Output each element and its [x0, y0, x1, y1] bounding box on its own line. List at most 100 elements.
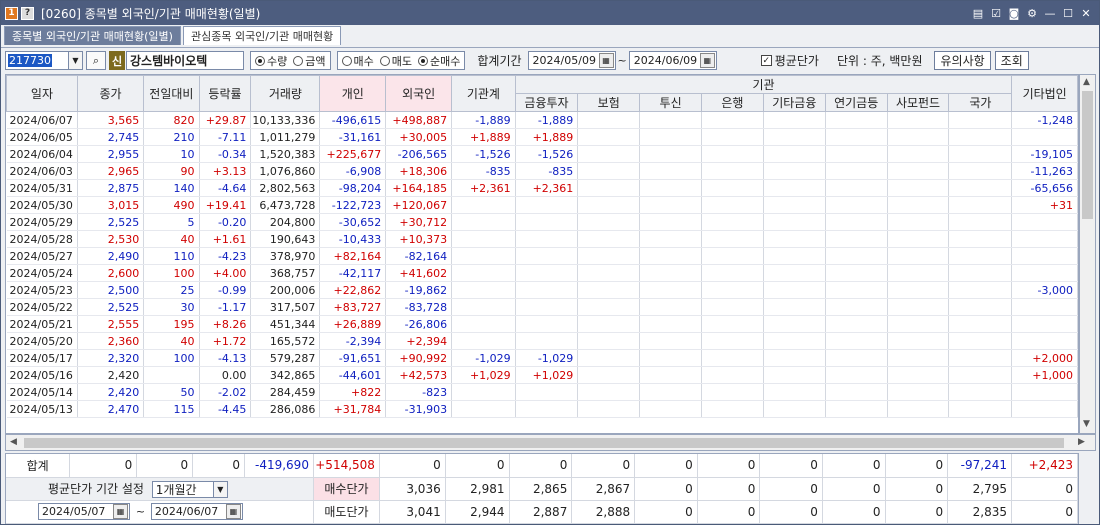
minimize-icon[interactable]: —: [1043, 6, 1057, 20]
col-inst-1[interactable]: 보험: [577, 93, 641, 112]
scroll-thumb[interactable]: [24, 438, 1064, 448]
col-inst-0[interactable]: 금융투자: [514, 93, 579, 112]
col-institution-total[interactable]: 기관계: [451, 75, 516, 112]
radio-net-buy[interactable]: 순매수: [418, 53, 460, 69]
table-row[interactable]: 2024/05/24 2,600 100 +4.00 368,757 -42,117 +41…: [6, 264, 1078, 282]
sell-price-cell: 3,041: [379, 500, 446, 524]
col-inst-5[interactable]: 연기금등: [824, 93, 888, 112]
col-other-corp[interactable]: 기타법인: [1011, 75, 1078, 112]
stock-code-input[interactable]: 217730: [5, 51, 69, 70]
table-row[interactable]: 2024/06/03 2,965 90 +3.13 1,076,860 -6,908 +18…: [6, 162, 1078, 180]
avg-period-select[interactable]: 1개월간 ▼: [151, 480, 228, 498]
table-row[interactable]: 2024/05/31 2,875 140 -4.64 2,802,563 -98,204 +…: [6, 179, 1078, 197]
table-row[interactable]: 2024/05/20 2,360 40 +1.72 165,572 -2,394 +2,39…: [6, 332, 1078, 350]
end-date-input[interactable]: 2024/06/09 ▦: [628, 51, 717, 70]
table-row[interactable]: 2024/05/23 2,500 25 -0.99 200,006 +22,862 -19,…: [6, 281, 1078, 299]
cell-empty: [825, 349, 888, 367]
cell-empty: [887, 264, 950, 282]
camera-icon[interactable]: ◙: [1007, 6, 1021, 20]
query-button[interactable]: 조회: [994, 51, 1029, 70]
chevron-down-icon[interactable]: ▼: [69, 51, 83, 70]
col-foreign[interactable]: 외국인: [385, 75, 453, 112]
cell-empty: [763, 179, 826, 197]
notice-button[interactable]: 유의사항: [934, 51, 991, 70]
avg-start-date[interactable]: 2024/05/07 ▦: [38, 503, 130, 520]
cell-date: 2024/05/13: [6, 400, 78, 418]
table-row[interactable]: 2024/05/13 2,470 115 -4.45 286,086 +31,784 -31…: [6, 400, 1078, 418]
col-individual[interactable]: 개인: [319, 75, 387, 112]
tab-stock-daily[interactable]: 종목별 외국인/기관 매매현황(일별): [4, 26, 181, 45]
sell-price-cell: 2,887: [509, 500, 573, 524]
col-rate[interactable]: 등락률: [198, 75, 252, 112]
scroll-right-icon[interactable]: ▶: [1078, 437, 1085, 447]
chevron-down-icon[interactable]: ▼: [212, 481, 227, 497]
buy-price-cell: 0: [885, 477, 949, 501]
cell-empty: [763, 366, 826, 384]
cell-fin: -835: [515, 162, 579, 180]
col-change[interactable]: 전일대비: [143, 75, 200, 112]
table-row[interactable]: 2024/06/04 2,955 10 -0.34 1,520,383 +225,677-…: [6, 145, 1078, 163]
col-close[interactable]: 종가: [76, 75, 145, 112]
radio-dot: [418, 55, 428, 66]
layout-icon[interactable]: ▤: [971, 6, 985, 20]
search-icon[interactable]: ⌕: [86, 51, 106, 70]
avg-price-checkbox[interactable]: ✓: [760, 55, 772, 66]
scroll-left-icon[interactable]: ◀: [10, 437, 17, 447]
col-inst-4[interactable]: 기타금융: [762, 93, 826, 112]
table-row[interactable]: 2024/05/16 2,420 0.00 342,865 -44,601 +42,573…: [6, 366, 1078, 384]
horizontal-scrollbar[interactable]: ◀ ▶: [5, 434, 1096, 451]
table-row[interactable]: 2024/06/07 3,565 820 +29.87 10,133,336 -496,6…: [6, 111, 1078, 129]
col-date[interactable]: 일자: [6, 75, 78, 112]
table-row[interactable]: 2024/05/17 2,320 100 -4.13 579,287 -91,651 +90…: [6, 349, 1078, 367]
table-row[interactable]: 2024/05/14 2,420 50 -2.02 284,459 +822 -823: [6, 383, 1078, 401]
table-row[interactable]: 2024/05/29 2,525 5 -0.20 204,800 -30,652 +30,7…: [6, 213, 1078, 231]
table-row[interactable]: 2024/05/28 2,530 40 +1.61 190,643 -10,433 +10,…: [6, 230, 1078, 248]
start-date-input[interactable]: 2024/05/09 ▦: [527, 51, 616, 70]
tab-watchlist[interactable]: 관심종목 외국인/기관 매매현황: [182, 26, 342, 45]
cell-other-corp: [1011, 383, 1078, 401]
cell-vol: 1,076,860: [250, 162, 321, 180]
col-inst-6[interactable]: 사모펀드: [886, 93, 950, 112]
col-inst-2[interactable]: 투신: [639, 93, 703, 112]
restore-icon[interactable]: ☐: [1061, 6, 1075, 20]
table-row[interactable]: 2024/05/30 3,015 490 +19.41 6,473,728 -122,72…: [6, 196, 1078, 214]
scroll-down-icon[interactable]: ▼: [1083, 419, 1090, 429]
table-row[interactable]: 2024/05/27 2,490 110 -4.23 378,970 +82,164 -82…: [6, 247, 1078, 265]
close-icon[interactable]: ✕: [1079, 6, 1093, 20]
help-icon[interactable]: ?: [21, 6, 34, 20]
cell-fin: [515, 213, 579, 231]
calendar-icon[interactable]: ▦: [699, 53, 715, 68]
buy-price-cell: 0: [697, 477, 761, 501]
cell-vol: 6,473,728: [250, 196, 321, 214]
cell-close: 2,360: [77, 332, 145, 350]
scroll-thumb[interactable]: [1082, 91, 1093, 219]
check-icon[interactable]: ☑: [989, 6, 1003, 20]
cell-inst: [451, 247, 516, 265]
radio-sell[interactable]: 매도: [379, 53, 412, 69]
vertical-scrollbar[interactable]: ▲ ▼: [1079, 74, 1096, 434]
table-row[interactable]: 2024/05/21 2,555 195 +8.26 451,344 +26,889 -26…: [6, 315, 1078, 333]
cell-other-corp: [1011, 315, 1078, 333]
cell-empty: [577, 230, 641, 248]
avg-end-date[interactable]: 2024/06/07 ▦: [150, 503, 243, 520]
col-inst-3[interactable]: 은행: [701, 93, 764, 112]
cell-inst: +1,029: [451, 366, 516, 384]
table-row[interactable]: 2024/05/22 2,525 30 -1.17 317,507 +83,727 -83,…: [6, 298, 1078, 316]
cell-chg: 210: [143, 128, 200, 146]
col-volume[interactable]: 거래량: [250, 75, 321, 112]
calendar-icon[interactable]: ▦: [225, 504, 241, 519]
screen-number-badge[interactable]: 1: [5, 6, 18, 20]
cell-empty: [825, 230, 888, 248]
lock-icon[interactable]: ⚙: [1025, 6, 1039, 20]
radio-buy[interactable]: 매수: [341, 53, 374, 69]
calendar-icon[interactable]: ▦: [113, 504, 128, 519]
calendar-icon[interactable]: ▦: [598, 53, 614, 68]
table-row[interactable]: 2024/06/05 2,745 210 -7.11 1,011,279 -31,161 +…: [6, 128, 1078, 146]
cell-empty: [887, 230, 950, 248]
cell-vol: 378,970: [250, 247, 321, 265]
radio-quantity[interactable]: 수량: [255, 53, 287, 69]
scroll-up-icon[interactable]: ▲: [1083, 77, 1090, 87]
col-inst-7[interactable]: 국가: [948, 93, 1013, 112]
radio-amount[interactable]: 금액: [293, 53, 326, 69]
cell-empty: [701, 230, 764, 248]
